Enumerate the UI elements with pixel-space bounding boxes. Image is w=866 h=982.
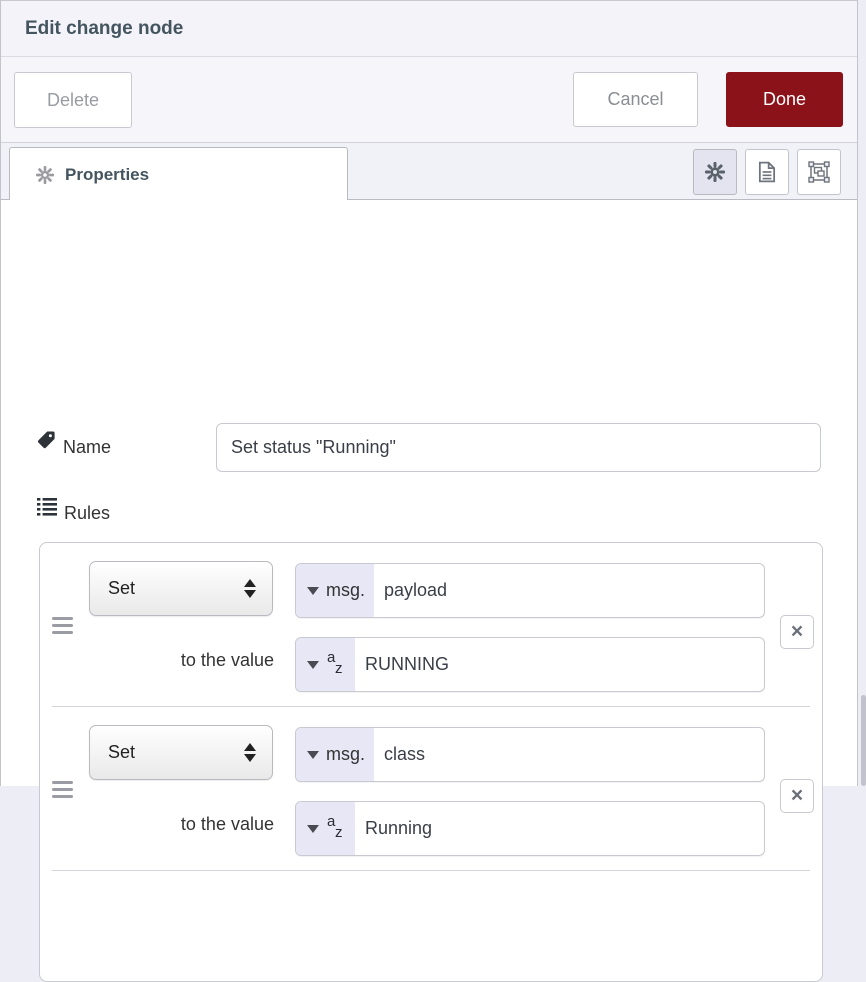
done-button[interactable]: Done xyxy=(726,72,843,127)
rule-action-select[interactable]: Set xyxy=(89,561,273,616)
tab-properties-label: Properties xyxy=(65,165,149,185)
tag-icon xyxy=(37,430,56,449)
property-field[interactable] xyxy=(374,728,764,781)
appearance-panel-button[interactable] xyxy=(797,149,841,195)
gear-icon xyxy=(36,166,54,184)
rule-row: Set msg. to the value xyxy=(40,707,822,870)
dialog-toolbar: Delete Cancel Done xyxy=(1,57,857,143)
to-the-value-label: to the value xyxy=(120,814,274,835)
property-type-dropdown[interactable]: msg. xyxy=(296,564,374,617)
chevron-down-icon xyxy=(307,661,319,669)
scrollbar-thumb[interactable] xyxy=(861,695,866,786)
gear-icon xyxy=(705,162,725,182)
drag-handle-icon[interactable] xyxy=(52,781,73,802)
delete-rule-button[interactable]: × xyxy=(780,779,814,813)
value-field[interactable] xyxy=(355,802,764,855)
edit-dialog: Edit change node Delete Cancel Done xyxy=(0,0,858,786)
delete-button[interactable]: Delete xyxy=(14,72,132,128)
string-type-icon: a z xyxy=(326,814,346,844)
property-field[interactable] xyxy=(374,564,764,617)
rule-property-input: msg. xyxy=(295,563,765,618)
dialog-title: Edit change node xyxy=(25,18,183,40)
chevron-down-icon xyxy=(307,587,319,595)
rules-label: Rules xyxy=(64,503,110,524)
name-label: Name xyxy=(63,437,111,458)
drag-handle-icon[interactable] xyxy=(52,617,73,638)
dialog-header: Edit change node xyxy=(1,1,857,57)
rule-separator xyxy=(52,870,810,871)
rule-action-value: Set xyxy=(108,578,135,599)
rules-container: Set msg. to the value xyxy=(39,542,823,982)
tab-bar: Properties xyxy=(1,143,857,200)
rule-action-value: Set xyxy=(108,742,135,763)
properties-form: Name Rules Set xyxy=(1,200,857,786)
string-type-icon: a z xyxy=(326,650,346,680)
property-type-label: msg. xyxy=(326,580,365,601)
select-arrows-icon xyxy=(244,743,256,762)
value-field[interactable] xyxy=(355,638,764,691)
to-the-value-label: to the value xyxy=(120,650,274,671)
value-type-dropdown[interactable]: a z xyxy=(296,802,355,855)
delete-rule-button[interactable]: × xyxy=(780,615,814,649)
value-type-dropdown[interactable]: a z xyxy=(296,638,355,691)
properties-panel-button[interactable] xyxy=(693,149,737,195)
tab-properties[interactable]: Properties xyxy=(9,147,348,201)
list-icon xyxy=(37,497,57,517)
cancel-button[interactable]: Cancel xyxy=(573,72,698,127)
file-icon xyxy=(757,161,777,183)
rule-value-input: a z xyxy=(295,801,765,856)
rule-row: Set msg. to the value xyxy=(40,543,822,706)
property-type-dropdown[interactable]: msg. xyxy=(296,728,374,781)
rule-action-select[interactable]: Set xyxy=(89,725,273,780)
select-arrows-icon xyxy=(244,579,256,598)
rule-value-input: a z xyxy=(295,637,765,692)
object-group-icon xyxy=(808,161,830,183)
rule-property-input: msg. xyxy=(295,727,765,782)
chevron-down-icon xyxy=(307,751,319,759)
property-type-label: msg. xyxy=(326,744,365,765)
name-input[interactable] xyxy=(216,423,821,472)
description-panel-button[interactable] xyxy=(745,149,789,195)
chevron-down-icon xyxy=(307,825,319,833)
